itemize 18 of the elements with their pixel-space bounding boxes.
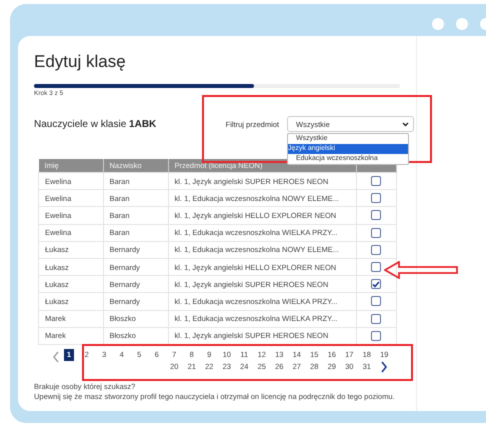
checkbox[interactable] xyxy=(371,296,382,306)
checkbox[interactable] xyxy=(371,330,382,341)
checkbox[interactable] xyxy=(371,210,382,220)
checkbox[interactable] xyxy=(371,279,382,290)
chevron-down-icon xyxy=(402,122,409,126)
pointer-arrow-icon xyxy=(384,261,458,279)
chevron-right-icon[interactable] xyxy=(380,360,388,373)
checkbox[interactable] xyxy=(371,228,382,238)
window-dot-icon xyxy=(456,18,468,30)
checkbox[interactable] xyxy=(371,262,382,272)
class-heading: Nauczyciele w klasie 1ABK xyxy=(34,118,158,130)
checkbox[interactable] xyxy=(371,193,382,204)
checkbox[interactable] xyxy=(371,314,382,324)
chevron-left-icon[interactable] xyxy=(52,350,60,363)
checkbox[interactable] xyxy=(371,244,382,255)
window-dot-icon xyxy=(432,18,444,30)
checkbox[interactable] xyxy=(371,176,382,186)
page-title: Edytuj klasę xyxy=(34,52,127,73)
